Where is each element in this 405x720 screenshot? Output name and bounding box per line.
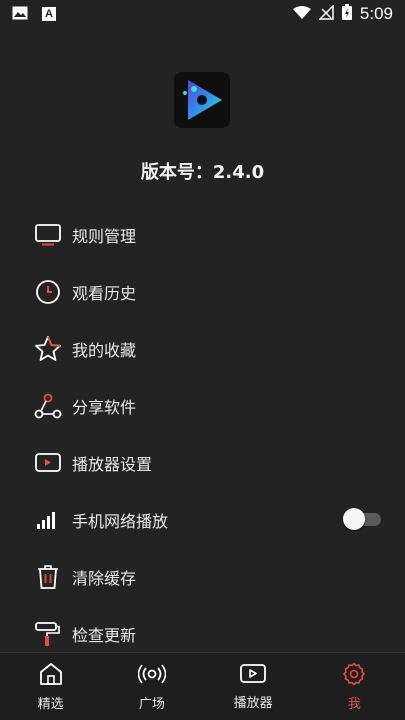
menu-label: 清除缓存 bbox=[72, 568, 137, 588]
menu-label: 我的收藏 bbox=[72, 340, 137, 360]
menu-item-player-settings[interactable]: 播放器设置 bbox=[0, 434, 405, 491]
battery-charging-icon bbox=[341, 4, 352, 24]
menu-label: 手机网络播放 bbox=[72, 511, 169, 531]
monitor-icon bbox=[34, 221, 62, 249]
trash-icon bbox=[34, 563, 62, 591]
status-time: 5:09 bbox=[359, 4, 393, 23]
app-logo bbox=[174, 72, 230, 128]
nav-plaza[interactable]: 广场 bbox=[101, 653, 202, 720]
cellular-signal-icon bbox=[318, 3, 334, 24]
signal-bars-icon bbox=[34, 506, 62, 534]
gear-icon bbox=[342, 662, 366, 690]
menu-label: 播放器设置 bbox=[72, 454, 153, 474]
player-icon bbox=[34, 449, 62, 477]
clock-icon bbox=[34, 278, 62, 306]
nav-player[interactable]: 播放器 bbox=[203, 653, 304, 720]
menu-label: 检查更新 bbox=[72, 625, 137, 645]
star-icon bbox=[34, 335, 62, 363]
nav-label: 我 bbox=[347, 696, 361, 712]
menu-item-favorites[interactable]: 我的收藏 bbox=[0, 320, 405, 377]
menu-item-share[interactable]: 分享软件 bbox=[0, 377, 405, 434]
nav-label: 播放器 bbox=[233, 695, 273, 711]
menu-item-history[interactable]: 观看历史 bbox=[0, 263, 405, 320]
menu-item-clear-cache[interactable]: 清除缓存 bbox=[0, 548, 405, 605]
menu-item-mobile-network[interactable]: 手机网络播放 bbox=[0, 491, 405, 548]
image-notification-icon bbox=[12, 5, 28, 24]
version-label: 版本号：2.4.0 bbox=[140, 162, 265, 183]
toggle-knob bbox=[343, 508, 365, 530]
wifi-icon bbox=[292, 5, 311, 24]
a-notification-icon: A bbox=[42, 7, 56, 21]
menu-label: 分享软件 bbox=[72, 397, 137, 417]
menu-item-rules[interactable]: 规则管理 bbox=[0, 206, 405, 263]
nav-me[interactable]: 我 bbox=[304, 653, 405, 720]
home-icon bbox=[38, 662, 64, 690]
paint-roller-icon bbox=[34, 620, 62, 648]
nav-label: 精选 bbox=[37, 696, 64, 712]
bottom-nav: 精选 广场 播放器 我 bbox=[0, 652, 405, 720]
settings-menu: 规则管理 观看历史 我的收藏 分享软件 播放器设置 手机网络播放 清除缓存 检查… bbox=[0, 206, 405, 662]
menu-label: 观看历史 bbox=[72, 283, 137, 303]
status-bar: A 5:09 bbox=[0, 0, 405, 28]
broadcast-icon bbox=[137, 662, 167, 690]
menu-label: 规则管理 bbox=[72, 226, 137, 246]
nav-label: 广场 bbox=[138, 696, 165, 712]
mobile-network-toggle[interactable] bbox=[343, 508, 383, 530]
nav-featured[interactable]: 精选 bbox=[0, 653, 101, 720]
play-box-icon bbox=[240, 663, 267, 689]
share-icon bbox=[34, 392, 62, 420]
